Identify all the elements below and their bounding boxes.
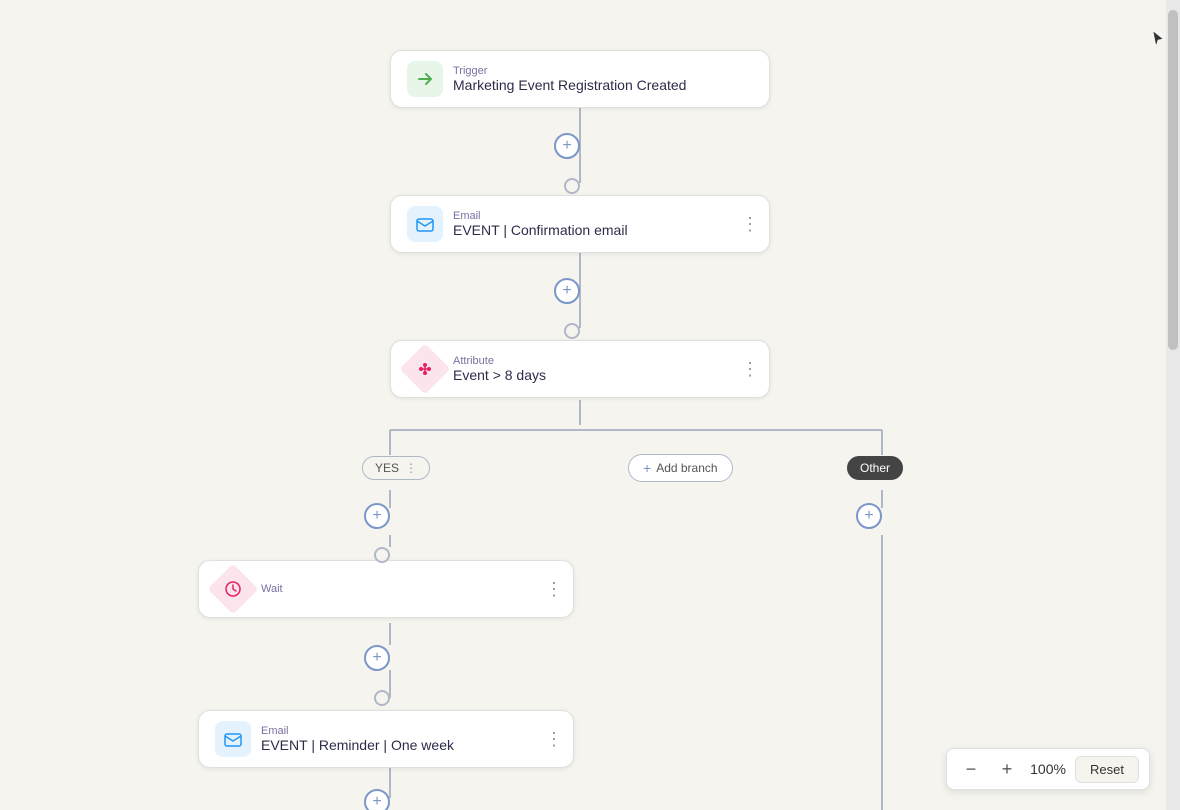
attribute-title: Event > 8 days: [453, 367, 546, 383]
email1-label: Email: [453, 210, 628, 222]
email1-menu[interactable]: ⋮: [741, 215, 759, 233]
email2-title: EVENT | Reminder | One week: [261, 737, 454, 753]
connector-circle-wait: [374, 690, 390, 706]
scrollbar[interactable]: [1166, 0, 1180, 810]
attribute-icon: [400, 344, 451, 395]
add-branch-icon: +: [643, 460, 651, 476]
yes-label-text: YES: [375, 461, 399, 475]
add-btn-other[interactable]: +: [856, 503, 882, 529]
connector-lines: [0, 0, 1160, 810]
add-branch-label: Add branch: [656, 461, 717, 475]
wait-label: Wait: [261, 583, 283, 595]
add-btn-email2[interactable]: +: [364, 789, 390, 810]
zoom-out-button[interactable]: −: [957, 755, 985, 783]
email2-text: Email EVENT | Reminder | One week: [261, 725, 454, 753]
workflow-canvas: Trigger Marketing Event Registration Cre…: [0, 0, 1180, 810]
wait-node[interactable]: Wait ⋮: [198, 560, 574, 618]
attribute-node[interactable]: Attribute Event > 8 days ⋮: [390, 340, 770, 398]
email1-icon: [407, 206, 443, 242]
connector-circle-1: [564, 178, 580, 194]
attribute-text: Attribute Event > 8 days: [453, 355, 546, 383]
cursor: [1152, 30, 1164, 48]
connector-circle-2: [564, 323, 580, 339]
attribute-menu[interactable]: ⋮: [741, 360, 759, 378]
trigger-icon: [407, 61, 443, 97]
zoom-reset-button[interactable]: Reset: [1075, 756, 1139, 783]
email2-node[interactable]: Email EVENT | Reminder | One week ⋮: [198, 710, 574, 768]
email2-label: Email: [261, 725, 454, 737]
connector-circle-yes: [374, 547, 390, 563]
other-label-text: Other: [860, 461, 890, 475]
email2-menu[interactable]: ⋮: [545, 730, 563, 748]
add-btn-1[interactable]: +: [554, 133, 580, 159]
trigger-label: Trigger: [453, 65, 686, 77]
email1-title: EVENT | Confirmation email: [453, 222, 628, 238]
trigger-title: Marketing Event Registration Created: [453, 77, 686, 93]
email1-text: Email EVENT | Confirmation email: [453, 210, 628, 238]
yes-menu[interactable]: ⋮: [405, 461, 417, 475]
email2-icon: [215, 721, 251, 757]
trigger-text: Trigger Marketing Event Registration Cre…: [453, 65, 686, 93]
zoom-toolbar: − + 100% Reset: [946, 748, 1150, 790]
zoom-in-button[interactable]: +: [993, 755, 1021, 783]
scrollbar-thumb[interactable]: [1168, 10, 1178, 350]
wait-text: Wait: [261, 583, 283, 595]
add-btn-yes[interactable]: +: [364, 503, 390, 529]
zoom-value: 100%: [1029, 761, 1067, 777]
wait-icon: [208, 564, 259, 615]
email1-node[interactable]: Email EVENT | Confirmation email ⋮: [390, 195, 770, 253]
wait-menu[interactable]: ⋮: [545, 580, 563, 598]
add-branch-button[interactable]: + Add branch: [628, 454, 733, 482]
yes-branch-label[interactable]: YES ⋮: [362, 456, 430, 480]
add-btn-wait[interactable]: +: [364, 645, 390, 671]
other-branch-label[interactable]: Other: [847, 456, 903, 480]
attribute-label: Attribute: [453, 355, 546, 367]
add-btn-2[interactable]: +: [554, 278, 580, 304]
trigger-node[interactable]: Trigger Marketing Event Registration Cre…: [390, 50, 770, 108]
